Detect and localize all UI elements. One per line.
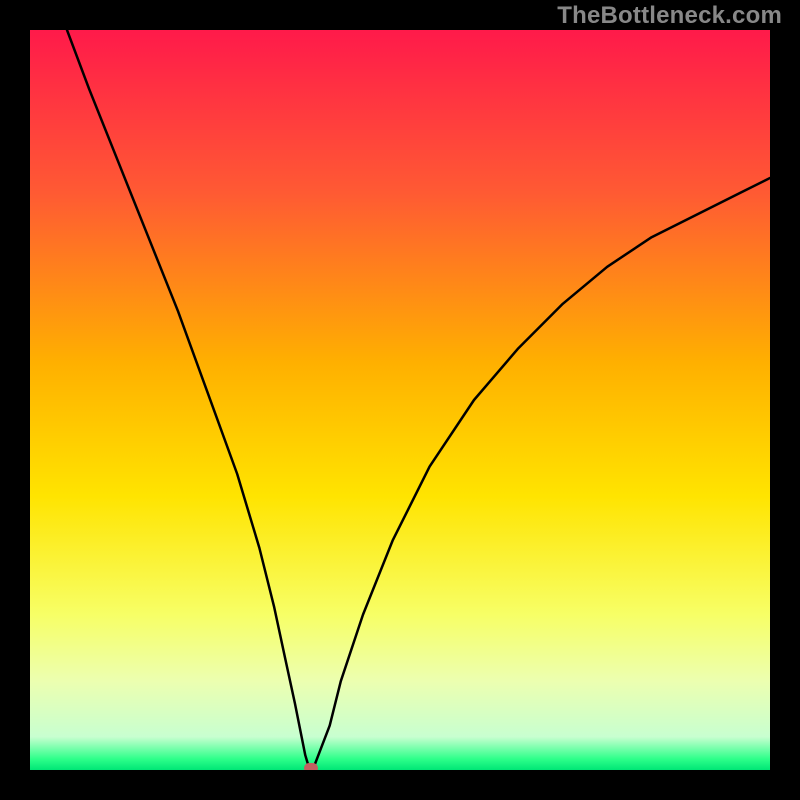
chart-frame: TheBottleneck.com bbox=[0, 0, 800, 800]
plot-area bbox=[30, 30, 770, 770]
optimum-marker bbox=[304, 763, 318, 770]
watermark-text: TheBottleneck.com bbox=[557, 2, 782, 30]
bottleneck-curve bbox=[30, 30, 770, 770]
